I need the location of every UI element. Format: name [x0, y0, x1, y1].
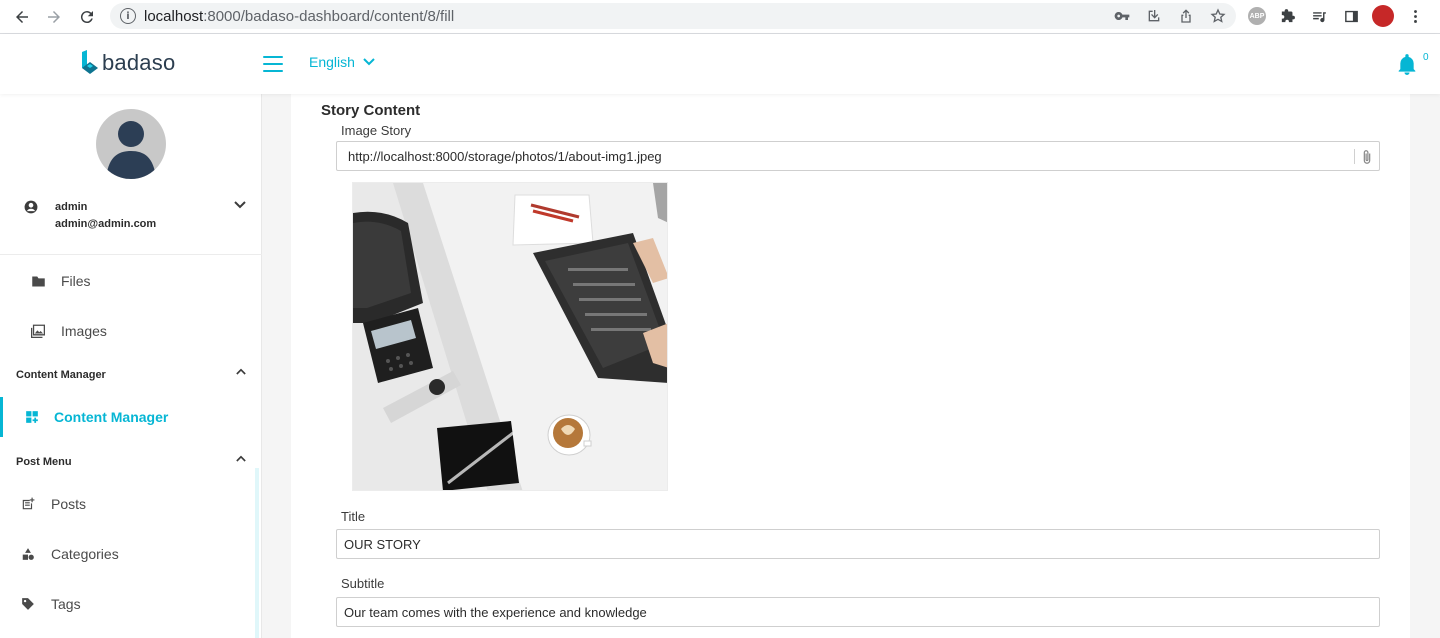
dashboard-add-icon — [24, 409, 40, 425]
section-title: Post Menu — [16, 456, 72, 468]
tag-icon — [20, 596, 36, 612]
user-email: admin@admin.com — [55, 218, 157, 230]
desk-photo-image — [353, 183, 667, 490]
forward-button[interactable] — [38, 2, 70, 32]
side-panel-icon[interactable] — [1340, 5, 1362, 27]
section-content-manager[interactable]: Content Manager — [16, 368, 246, 381]
image-story-value: http://localhost:8000/storage/photos/1/a… — [348, 148, 662, 164]
sidebar-item-posts[interactable]: Posts — [0, 484, 258, 524]
media-queue-icon[interactable] — [1308, 5, 1330, 27]
divider — [0, 254, 262, 255]
reload-icon — [80, 11, 93, 24]
sidebar-item-categories[interactable]: Categories — [0, 534, 258, 574]
menu-toggle-icon[interactable] — [263, 56, 283, 72]
sidebar-item-label: Content Manager — [54, 409, 169, 425]
content-form-card: Story Content Image Story http://localho… — [291, 94, 1410, 638]
share-icon[interactable] — [1176, 6, 1196, 26]
title-input[interactable]: OUR STORY — [336, 529, 1380, 559]
chevron-up-icon[interactable] — [236, 455, 246, 462]
chevron-up-icon[interactable] — [236, 368, 246, 375]
main-content: Story Content Image Story http://localho… — [262, 94, 1440, 638]
sidebar-item-label: Categories — [51, 546, 119, 562]
language-label: English — [309, 54, 355, 70]
puzzle-icon[interactable] — [1276, 5, 1298, 27]
address-bar[interactable]: i localhost:8000/badaso-dashboard/conten… — [110, 3, 1236, 29]
paperclip-icon[interactable] — [1361, 149, 1373, 165]
app-header: badaso English 0 — [0, 34, 1440, 94]
browser-toolbar: i localhost:8000/badaso-dashboard/conten… — [0, 0, 1440, 34]
back-button[interactable] — [6, 2, 38, 32]
url-host: localhost — [144, 7, 204, 25]
logo[interactable]: badaso — [80, 50, 175, 76]
title-label: Title — [341, 509, 366, 524]
bell-icon[interactable] — [1397, 54, 1417, 76]
user-name: admin — [55, 201, 88, 213]
adblock-icon[interactable]: ABP — [1248, 7, 1266, 25]
key-icon[interactable] — [1112, 6, 1132, 26]
image-story-label: Image Story — [341, 123, 412, 138]
reload-button[interactable] — [71, 2, 103, 32]
subtitle-value: Our team comes with the experience and k… — [344, 604, 647, 620]
title-value: OUR STORY — [344, 536, 421, 552]
notification-count: 0 — [1423, 52, 1429, 63]
section-post-menu[interactable]: Post Menu — [16, 455, 246, 468]
arrow-right-icon — [48, 11, 60, 23]
sidebar-item-label: Tags — [51, 596, 81, 612]
subtitle-label: Subtitle — [341, 576, 385, 591]
divider — [1354, 149, 1355, 164]
arrow-left-icon — [16, 11, 28, 23]
category-icon — [20, 546, 36, 562]
sidebar-scrollbar[interactable] — [255, 468, 259, 638]
section-title: Story Content — [321, 102, 421, 119]
sidebar-item-files[interactable]: Files — [0, 261, 258, 301]
sidebar-item-label: Files — [61, 273, 91, 289]
sidebar-item-tags[interactable]: Tags — [0, 584, 258, 624]
user-silhouette-icon — [106, 121, 156, 179]
sidebar-item-images[interactable]: Images — [0, 311, 258, 351]
info-icon[interactable]: i — [120, 8, 136, 24]
account-circle-icon — [24, 200, 38, 214]
images-icon — [30, 323, 46, 339]
star-icon[interactable] — [1208, 6, 1228, 26]
avatar — [96, 109, 166, 179]
sidebar: admin admin@admin.com Files Images Conte… — [0, 94, 262, 638]
badaso-logo-icon — [82, 50, 98, 74]
language-selector[interactable]: English — [309, 54, 375, 70]
folder-icon — [30, 273, 46, 289]
user-menu[interactable]: admin admin@admin.com — [24, 199, 246, 239]
sidebar-item-label: Images — [61, 323, 107, 339]
logo-text: badaso — [102, 50, 176, 75]
profile-avatar-icon[interactable] — [1372, 5, 1394, 27]
image-story-input[interactable]: http://localhost:8000/storage/photos/1/a… — [336, 141, 1380, 171]
url-path: :8000/badaso-dashboard/content/8/fill — [203, 7, 455, 25]
kebab-menu-icon[interactable] — [1404, 5, 1426, 27]
chevron-down-icon[interactable] — [234, 201, 246, 209]
install-icon[interactable] — [1144, 6, 1164, 26]
sidebar-item-label: Posts — [51, 496, 87, 512]
section-title: Content Manager — [16, 369, 106, 381]
sidebar-item-content-manager[interactable]: Content Manager — [0, 397, 258, 437]
subtitle-input[interactable]: Our team comes with the experience and k… — [336, 597, 1380, 627]
post-add-icon — [20, 496, 36, 512]
chevron-down-icon — [363, 58, 375, 66]
image-story-preview — [352, 182, 668, 491]
